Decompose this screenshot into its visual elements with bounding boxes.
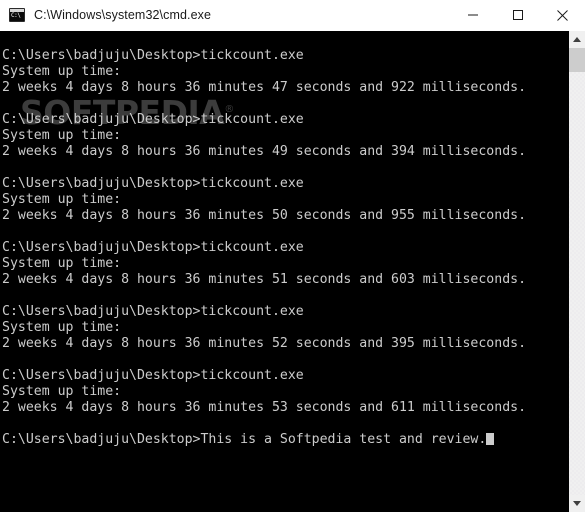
console-line: C:\Users\badjuju\Desktop>tickcount.exe <box>2 112 304 127</box>
chevron-up-icon <box>573 37 581 42</box>
window-title: C:\Windows\system32\cmd.exe <box>34 8 212 22</box>
console-line: 2 weeks 4 days 8 hours 36 minutes 52 sec… <box>2 336 527 351</box>
console-lines: C:\Users\badjuju\Desktop>tickcount.exe S… <box>0 48 568 448</box>
console-line: System up time: <box>2 192 122 207</box>
cmd-window: C:\Windows\system32\cmd.exe SOF <box>0 0 585 512</box>
scrollbar-track[interactable] <box>569 72 585 495</box>
console-line: System up time: <box>2 256 122 271</box>
console-prompt-text: C:\Users\badjuju\Desktop>This is a Softp… <box>2 432 487 447</box>
console-line: C:\Users\badjuju\Desktop>tickcount.exe <box>2 240 304 255</box>
console-line: System up time: <box>2 64 122 79</box>
console-output[interactable]: SOFTPEDIA® C:\Users\badjuju\Desktop>tick… <box>0 31 568 512</box>
console-line: C:\Users\badjuju\Desktop>tickcount.exe <box>2 368 304 383</box>
scrollbar-up-button[interactable] <box>569 31 585 48</box>
console-line: System up time: <box>2 128 122 143</box>
console-line: System up time: <box>2 384 122 399</box>
console-line: C:\Users\badjuju\Desktop>tickcount.exe <box>2 176 304 191</box>
maximize-icon <box>512 10 523 20</box>
close-button[interactable] <box>540 0 585 31</box>
scrollbar-down-button[interactable] <box>569 495 585 512</box>
window-controls <box>450 0 585 31</box>
block-cursor <box>486 433 495 445</box>
minimize-button[interactable] <box>450 0 495 31</box>
console-line: 2 weeks 4 days 8 hours 36 minutes 51 sec… <box>2 272 527 287</box>
console-line: 2 weeks 4 days 8 hours 36 minutes 53 sec… <box>2 400 527 415</box>
titlebar[interactable]: C:\Windows\system32\cmd.exe <box>0 0 585 31</box>
console-line: 2 weeks 4 days 8 hours 36 minutes 47 sec… <box>2 80 527 95</box>
cmd-console-icon <box>9 8 25 22</box>
vertical-scrollbar[interactable] <box>568 31 585 512</box>
console-line: C:\Users\badjuju\Desktop>tickcount.exe <box>2 304 304 319</box>
maximize-button[interactable] <box>495 0 540 31</box>
console-line: 2 weeks 4 days 8 hours 36 minutes 50 sec… <box>2 208 527 223</box>
chevron-down-icon <box>573 501 581 506</box>
console-area: SOFTPEDIA® C:\Users\badjuju\Desktop>tick… <box>0 31 585 512</box>
console-line: C:\Users\badjuju\Desktop>tickcount.exe <box>2 48 304 63</box>
console-line: 2 weeks 4 days 8 hours 36 minutes 49 sec… <box>2 144 527 159</box>
minimize-icon <box>467 14 478 16</box>
console-prompt-line: C:\Users\badjuju\Desktop>This is a Softp… <box>2 432 568 448</box>
scrollbar-thumb[interactable] <box>569 48 585 72</box>
console-line: System up time: <box>2 320 122 335</box>
close-icon <box>557 9 568 21</box>
